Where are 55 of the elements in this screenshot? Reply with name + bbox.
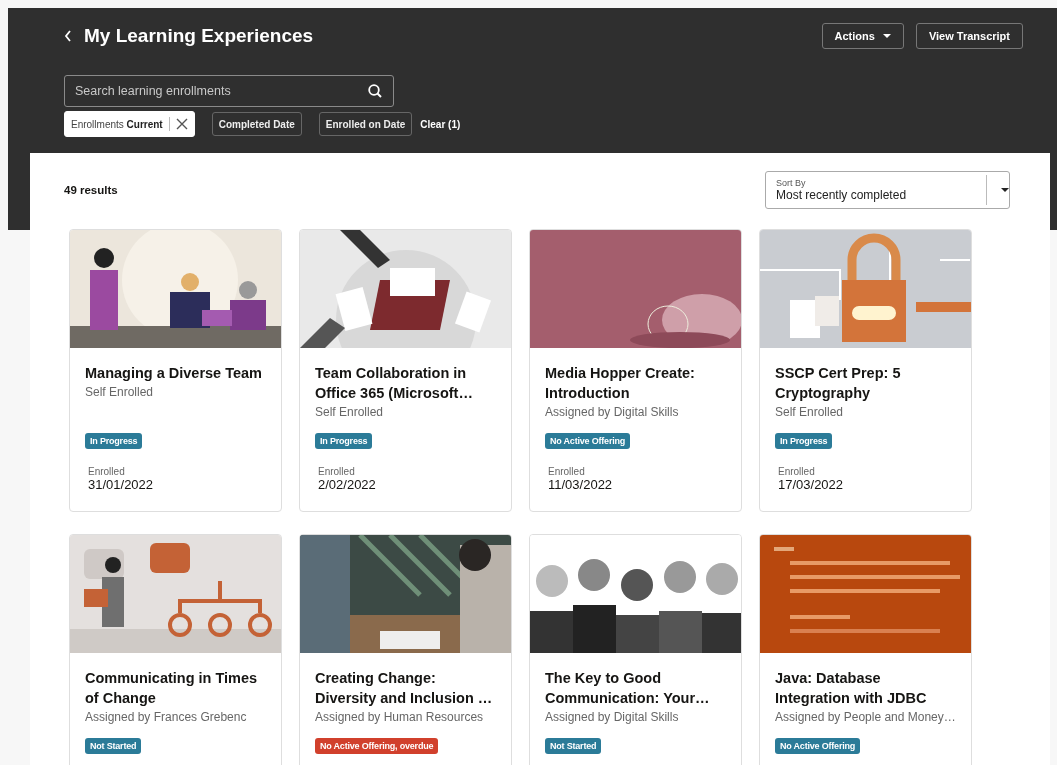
course-card[interactable]: Team Collaboration in Office 365 (Microsoft… Self Enrolled In Progress Enrolled 2/02/2022: [299, 229, 512, 512]
assignment-text: Self Enrolled: [775, 405, 845, 419]
enrolled-date: 31/01/2022: [87, 477, 155, 492]
close-icon[interactable]: [175, 118, 188, 130]
status-badge: Not Started: [545, 738, 602, 754]
assignment-text: Assigned by Digital Skills: [545, 710, 680, 724]
course-card[interactable]: The Key to Good Communication: Your… Assigned by Digital Skills Not Started: [529, 534, 742, 765]
status-badge: No Active Offering: [775, 738, 861, 754]
sort-dropdown[interactable]: Sort By Most recently completed: [765, 171, 1010, 209]
caret-icon: [1001, 188, 1009, 192]
enrolled-date: 17/03/2022: [777, 477, 845, 492]
results-count: 49 results: [64, 184, 118, 196]
course-card[interactable]: SSCP Cert Prep: 5 Cryptography Self Enrolled In Progress Enrolled 17/03/2022: [759, 229, 972, 512]
assignment-text: Assigned by Frances Grebenc: [85, 710, 248, 724]
course-card[interactable]: Managing a Diverse Team Self Enrolled In Progress Enrolled 31/01/2022: [69, 229, 282, 512]
caret-icon: [882, 33, 891, 38]
enrolled-date: 2/02/2022: [317, 477, 377, 492]
assignment-text: Assigned by Digital Skills: [545, 405, 680, 419]
assignment-text: Assigned by Human Resources: [315, 710, 485, 724]
course-title[interactable]: Team Collaboration in Office 365 (Microsoft…: [315, 363, 496, 403]
assignment-text: Self Enrolled: [315, 405, 385, 419]
enrolled-label: Enrolled: [777, 466, 816, 477]
status-badge: In Progress: [85, 433, 143, 449]
search-field[interactable]: Search learning enrollments: [64, 75, 394, 107]
course-title[interactable]: Creating Change: Diversity and Inclusion …: [315, 668, 496, 708]
enrolled-label: Enrolled: [317, 466, 356, 477]
course-card[interactable]: Media Hopper Create: Introduction Assigned by Digital Skills No Active Offering Enrolled 11/03/2022: [529, 229, 742, 512]
course-title[interactable]: Media Hopper Create: Introduction: [545, 363, 726, 403]
assignment-text: Self Enrolled: [85, 385, 155, 399]
assignment-text: Assigned by People and Money…: [775, 710, 956, 724]
enrolled-date: 11/03/2022: [547, 477, 614, 492]
status-badge: Not Started: [85, 738, 142, 754]
enrolled-label: Enrolled: [87, 466, 126, 477]
filter-chip[interactable]: Enrolled on Date: [318, 112, 413, 136]
course-title[interactable]: Communicating in Times of Change: [85, 668, 266, 708]
transcript-button[interactable]: View Transcript: [915, 22, 1023, 49]
status-badge: In Progress: [315, 433, 373, 449]
page-title: My Learning Experiences: [84, 24, 315, 47]
status-badge: In Progress: [775, 433, 833, 449]
enrolled-label: Enrolled: [547, 466, 586, 477]
actions-menu-button[interactable]: Actions: [821, 22, 904, 49]
status-badge: No Active Offering, overdue: [315, 738, 439, 754]
filter-chip[interactable]: Enrollments Current: [64, 111, 195, 137]
back-icon[interactable]: [64, 28, 72, 43]
status-badge: No Active Offering: [545, 433, 631, 449]
course-title[interactable]: The Key to Good Communication: Your…: [545, 668, 726, 708]
course-title[interactable]: Managing a Diverse Team: [85, 363, 266, 383]
course-title[interactable]: Java: Database Integration with JDBC: [775, 668, 956, 708]
course-card[interactable]: Communicating in Times of Change Assigned by Frances Grebenc Not Started: [69, 534, 282, 765]
filter-chip[interactable]: Completed Date: [211, 112, 302, 136]
course-card[interactable]: Java: Database Integration with JDBC Assigned by People and Money… No Active Offering: [759, 534, 972, 765]
course-card[interactable]: Creating Change: Diversity and Inclusion … Assigned by Human Resources No Active Offering, overdue: [299, 534, 512, 765]
course-title[interactable]: SSCP Cert Prep: 5 Cryptography: [775, 363, 956, 403]
search-icon: [368, 84, 382, 98]
clear-link[interactable]: Clear (1): [420, 118, 461, 130]
